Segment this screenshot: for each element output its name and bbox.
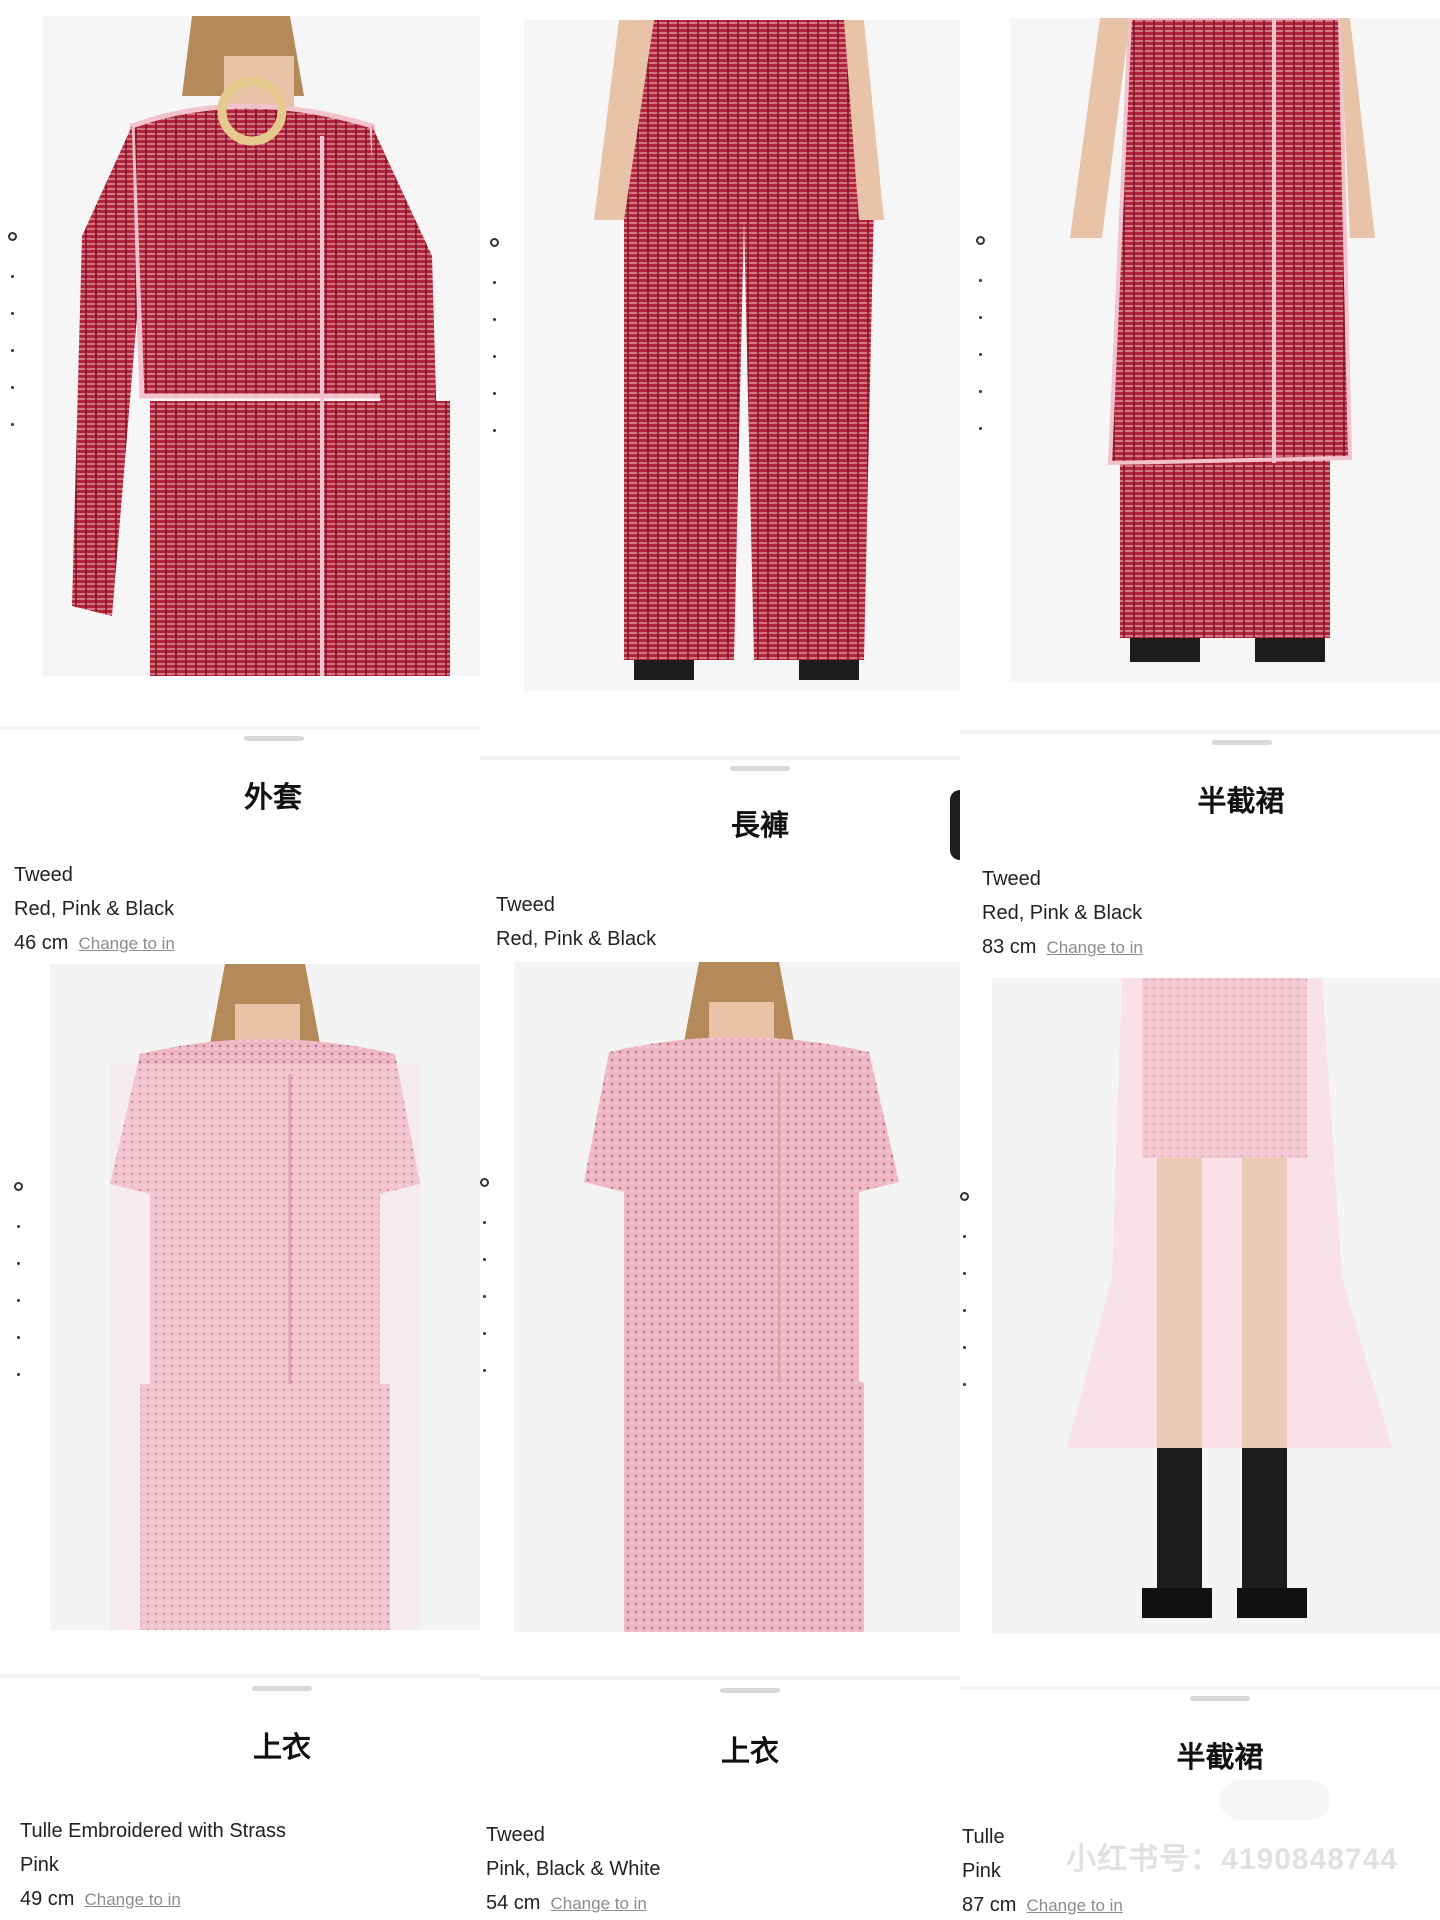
bottom-sheet: 上衣 Tweed Pink, Black & White 54 cm Change…	[480, 1680, 960, 1920]
product-card-skirt: 半截裙 Tweed Red, Pink & Black 83 cm Change …	[960, 0, 1440, 960]
product-material: Tweed	[486, 1824, 545, 1846]
product-color: Red, Pink & Black	[496, 928, 657, 950]
pink-tweed-top-photo[interactable]	[514, 962, 960, 1632]
product-color: Pink	[20, 1854, 59, 1876]
sheet-handle[interactable]	[1190, 1696, 1250, 1701]
scroll-tab[interactable]	[950, 790, 960, 860]
product-length: 46 cm	[14, 932, 69, 954]
product-card-pants: 長褲 Tweed Red, Pink & Black	[480, 0, 960, 960]
change-unit-link[interactable]: Change to in	[1026, 1896, 1122, 1915]
product-material: Tweed	[982, 868, 1041, 890]
pink-tulle-top-photo[interactable]	[50, 964, 480, 1630]
carousel-dots[interactable]	[490, 238, 500, 432]
bottom-sheet: 半截裙 Tulle Pink 87 cm Change to in	[960, 1690, 1440, 1920]
product-length: 49 cm	[20, 1888, 75, 1910]
product-card-tweed-top: 上衣 Tweed Pink, Black & White 54 cm Change…	[480, 960, 960, 1920]
product-title: 長褲	[730, 808, 789, 842]
red-tweed-skirt-over-pants-photo[interactable]	[1010, 18, 1440, 682]
product-color: Pink, Black & White	[486, 1858, 661, 1880]
bottom-sheet: 外套 Tweed Red, Pink & Black 46 cm Change t…	[0, 730, 480, 960]
change-unit-link[interactable]: Change to in	[1046, 938, 1142, 957]
red-tweed-jacket-photo[interactable]	[42, 16, 480, 676]
bottom-sheet: 長褲 Tweed Red, Pink & Black	[480, 760, 960, 960]
product-length: 54 cm	[486, 1892, 541, 1914]
product-color: Red, Pink & Black	[982, 902, 1143, 924]
carousel-dots[interactable]	[8, 232, 18, 426]
carousel-dots[interactable]	[976, 236, 986, 430]
watermark-logo	[1220, 1780, 1330, 1820]
change-unit-link[interactable]: Change to in	[78, 934, 174, 953]
change-unit-link[interactable]: Change to in	[550, 1894, 646, 1913]
product-length: 87 cm	[962, 1894, 1017, 1916]
sheet-handle[interactable]	[244, 736, 304, 741]
carousel-dots[interactable]	[14, 1182, 24, 1376]
bottom-sheet: 上衣 Tulle Embroidered with Strass Pink 49…	[0, 1678, 480, 1920]
product-card-tulle-top: 上衣 Tulle Embroidered with Strass Pink 49…	[0, 960, 480, 1920]
sheet-handle[interactable]	[730, 766, 790, 771]
watermark: 小红书号：4190848744	[1066, 1843, 1398, 1876]
product-title: 半截裙	[1176, 1740, 1264, 1774]
pink-tulle-skirt-photo[interactable]	[992, 978, 1440, 1634]
product-title: 外套	[243, 780, 302, 814]
product-material: Tweed	[496, 894, 555, 916]
sheet-handle[interactable]	[720, 1688, 780, 1693]
product-length: 83 cm	[982, 936, 1037, 958]
product-material: Tulle Embroidered with Strass	[20, 1820, 287, 1842]
sheet-handle[interactable]	[252, 1686, 312, 1691]
carousel-dots[interactable]	[480, 1178, 490, 1372]
product-card-tulle-skirt: 半截裙 Tulle Pink 87 cm Change to in	[960, 960, 1440, 1920]
carousel-dots[interactable]	[960, 1192, 970, 1386]
change-unit-link[interactable]: Change to in	[84, 1890, 180, 1909]
product-title: 上衣	[252, 1730, 311, 1764]
bottom-sheet: 半截裙 Tweed Red, Pink & Black 83 cm Change …	[960, 734, 1440, 960]
red-tweed-pants-photo[interactable]	[524, 20, 960, 690]
sheet-handle[interactable]	[1212, 740, 1272, 745]
product-title: 上衣	[720, 1734, 779, 1768]
product-material: Tweed	[14, 864, 73, 886]
product-card-jacket: 外套 Tweed Red, Pink & Black 46 cm Change t…	[0, 0, 480, 960]
product-color: Red, Pink & Black	[14, 898, 175, 920]
product-title: 半截裙	[1197, 784, 1285, 818]
